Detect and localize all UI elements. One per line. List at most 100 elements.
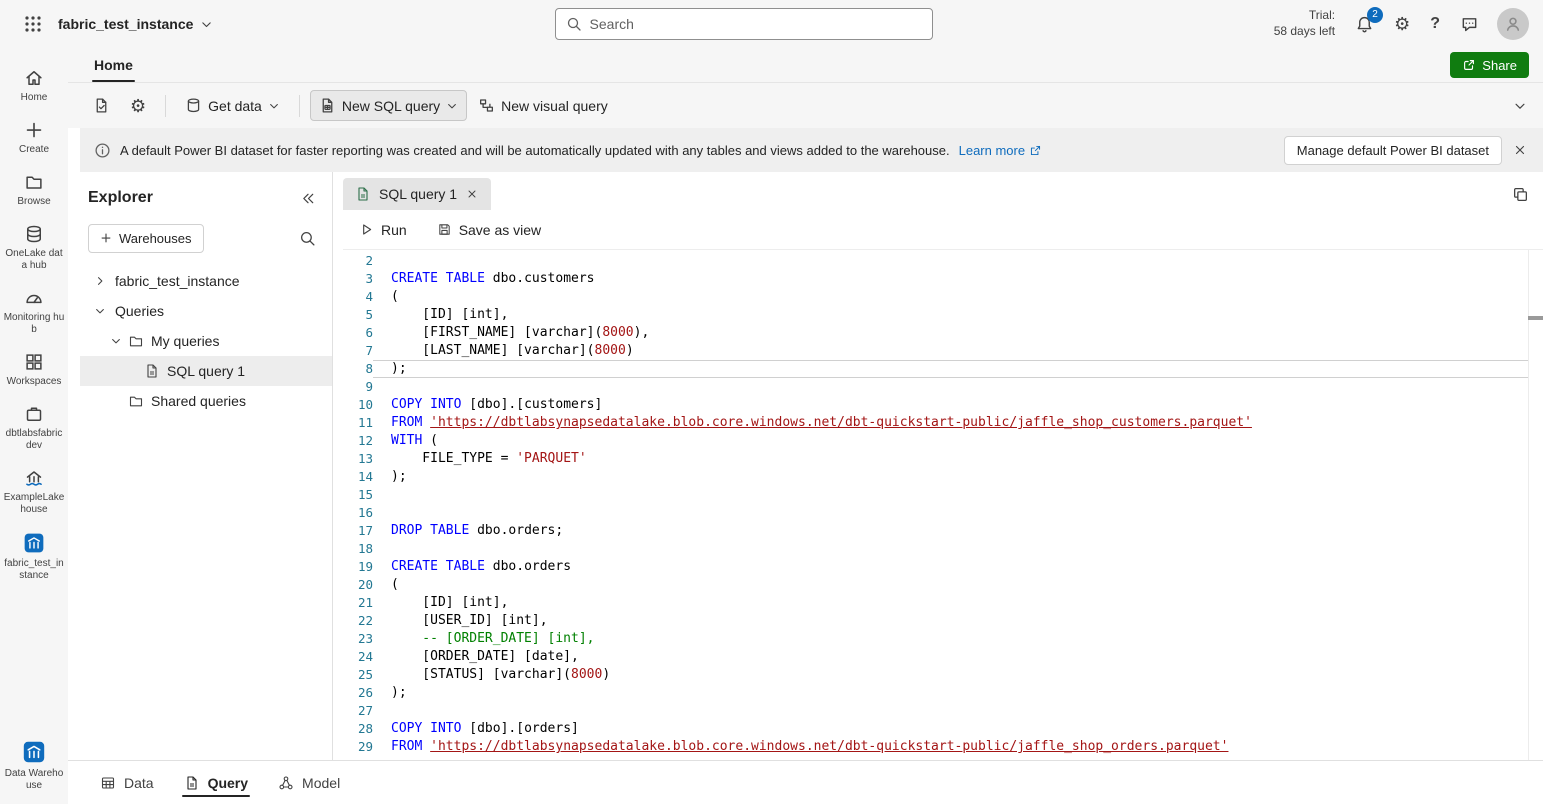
code-line[interactable]: 7 [LAST_NAME] [varchar](8000) — [343, 342, 1543, 360]
code-line[interactable]: 15 — [343, 486, 1543, 504]
tree-item-sql-query-1[interactable]: SQL query 1 — [80, 356, 332, 386]
tree-item-fabric-test-instance[interactable]: fabric_test_instance — [80, 266, 332, 296]
code-line[interactable]: 12WITH ( — [343, 432, 1543, 450]
manage-dataset-button[interactable]: Manage default Power BI dataset — [1284, 136, 1502, 165]
code-line[interactable]: 28COPY INTO [dbo].[orders] — [343, 720, 1543, 738]
tree-item-my-queries[interactable]: My queries — [80, 326, 332, 356]
collapse-explorer-button[interactable] — [299, 189, 318, 208]
settings-button[interactable]: ⚙ — [1392, 13, 1412, 35]
rail-item-onelake-data-hub[interactable]: OneLake data hub — [0, 216, 68, 280]
code-line[interactable]: 14); — [343, 468, 1543, 486]
view-tab-data[interactable]: Data — [98, 761, 156, 804]
rail-item-examplelakehouse[interactable]: ExampleLakehouse — [0, 460, 68, 524]
rail-item-workspaces[interactable]: Workspaces — [0, 344, 68, 396]
view-tab-query[interactable]: Query — [182, 761, 250, 804]
code-line[interactable]: 27 — [343, 702, 1543, 720]
line-content[interactable]: [ORDER_DATE] [date], — [373, 648, 1528, 666]
line-content[interactable]: ); — [373, 360, 1528, 378]
line-content[interactable]: FROM 'https://dbtlabsynapsedatalake.blob… — [373, 414, 1528, 432]
settings-ribbon-button[interactable]: ⚙ — [121, 90, 155, 122]
code-line[interactable]: 4( — [343, 288, 1543, 306]
new-item-button[interactable] — [84, 90, 119, 121]
code-line[interactable]: 21 [ID] [int], — [343, 594, 1543, 612]
line-content[interactable] — [373, 540, 1528, 558]
code-line[interactable]: 11FROM 'https://dbtlabsynapsedatalake.bl… — [343, 414, 1543, 432]
line-content[interactable]: [LAST_NAME] [varchar](8000) — [373, 342, 1528, 360]
line-content[interactable]: FILE_TYPE = 'PARQUET' — [373, 450, 1528, 468]
line-content[interactable]: ( — [373, 576, 1528, 594]
code-line[interactable]: 13 FILE_TYPE = 'PARQUET' — [343, 450, 1543, 468]
get-data-button[interactable]: Get data — [176, 90, 289, 121]
line-content[interactable] — [373, 252, 1528, 270]
add-warehouses-button[interactable]: Warehouses — [88, 224, 204, 253]
learn-more-link[interactable]: Learn more — [959, 143, 1042, 158]
collapse-ribbon-button[interactable] — [1511, 97, 1529, 115]
line-content[interactable]: ( — [373, 288, 1528, 306]
banner-close-button[interactable] — [1511, 141, 1529, 159]
line-content[interactable]: CREATE TABLE dbo.orders — [373, 558, 1528, 576]
line-content[interactable]: DROP TABLE dbo.orders; — [373, 522, 1528, 540]
close-tab-button[interactable] — [465, 187, 479, 201]
code-editor[interactable]: 23CREATE TABLE dbo.customers4(5 [ID] [in… — [343, 250, 1543, 760]
rail-item-monitoring-hub[interactable]: Monitoring hub — [0, 280, 68, 344]
panel-splitter[interactable] — [332, 172, 343, 760]
code-line[interactable]: 25 [STATUS] [varchar](8000) — [343, 666, 1543, 684]
line-content[interactable]: -- [ORDER_DATE] [int], — [373, 630, 1528, 648]
new-visual-query-button[interactable]: New visual query — [469, 90, 617, 121]
search-input[interactable] — [590, 16, 922, 32]
new-sql-query-button[interactable]: New SQL query — [310, 90, 467, 121]
code-line[interactable]: 10COPY INTO [dbo].[customers] — [343, 396, 1543, 414]
line-content[interactable]: COPY INTO [dbo].[customers] — [373, 396, 1528, 414]
code-line[interactable]: 23 -- [ORDER_DATE] [int], — [343, 630, 1543, 648]
search-box[interactable] — [555, 8, 933, 40]
line-content[interactable]: [STATUS] [varchar](8000) — [373, 666, 1528, 684]
code-line[interactable]: 22 [USER_ID] [int], — [343, 612, 1543, 630]
code-line[interactable]: 19CREATE TABLE dbo.orders — [343, 558, 1543, 576]
code-line[interactable]: 24 [ORDER_DATE] [date], — [343, 648, 1543, 666]
tree-item-shared-queries[interactable]: Shared queries — [80, 386, 332, 416]
tree-item-queries[interactable]: Queries — [80, 296, 332, 326]
line-content[interactable]: WITH ( — [373, 432, 1528, 450]
line-content[interactable]: COPY INTO [dbo].[orders] — [373, 720, 1528, 738]
workspace-switcher[interactable]: fabric_test_instance — [58, 16, 213, 32]
rail-item-fabric-test-instance[interactable]: fabric_test_instance — [0, 524, 68, 590]
code-line[interactable]: 2 — [343, 252, 1543, 270]
feedback-button[interactable] — [1458, 13, 1481, 36]
code-line[interactable]: 9 — [343, 378, 1543, 396]
line-content[interactable]: ); — [373, 684, 1528, 702]
line-content[interactable]: [FIRST_NAME] [varchar](8000), — [373, 324, 1528, 342]
code-line[interactable]: 6 [FIRST_NAME] [varchar](8000), — [343, 324, 1543, 342]
rail-item-browse[interactable]: Browse — [0, 164, 68, 216]
account-avatar[interactable] — [1497, 8, 1529, 40]
line-content[interactable]: FROM 'https://dbtlabsynapsedatalake.blob… — [373, 738, 1528, 756]
code-line[interactable]: 20( — [343, 576, 1543, 594]
scrollbar-thumb[interactable] — [1528, 316, 1543, 320]
line-content[interactable]: ); — [373, 468, 1528, 486]
copy-button[interactable] — [1510, 184, 1531, 205]
notifications-button[interactable]: 2 — [1353, 13, 1376, 36]
code-line[interactable]: 16 — [343, 504, 1543, 522]
rail-item-home[interactable]: Home — [0, 60, 68, 112]
code-line[interactable]: 26); — [343, 684, 1543, 702]
help-button[interactable]: ? — [1428, 14, 1442, 34]
code-line[interactable]: 17DROP TABLE dbo.orders; — [343, 522, 1543, 540]
line-content[interactable]: [USER_ID] [int], — [373, 612, 1528, 630]
line-content[interactable] — [373, 504, 1528, 522]
code-line[interactable]: 29FROM 'https://dbtlabsynapsedatalake.bl… — [343, 738, 1543, 756]
code-line[interactable]: 8); — [343, 360, 1543, 378]
line-content[interactable] — [373, 378, 1528, 396]
line-content[interactable]: CREATE TABLE dbo.customers — [373, 270, 1528, 288]
share-button[interactable]: Share — [1450, 52, 1529, 78]
view-tab-model[interactable]: Model — [276, 761, 342, 804]
line-content[interactable] — [373, 486, 1528, 504]
code-line[interactable]: 5 [ID] [int], — [343, 306, 1543, 324]
code-line[interactable]: 18 — [343, 540, 1543, 558]
line-content[interactable] — [373, 702, 1528, 720]
save-as-view-button[interactable]: Save as view — [429, 216, 549, 244]
app-launcher-button[interactable] — [22, 13, 44, 35]
editor-scrollbar[interactable] — [1528, 250, 1543, 760]
line-content[interactable]: [ID] [int], — [373, 594, 1528, 612]
explorer-search-button[interactable] — [297, 228, 318, 249]
line-content[interactable]: [ID] [int], — [373, 306, 1528, 324]
tab-home[interactable]: Home — [90, 57, 137, 73]
